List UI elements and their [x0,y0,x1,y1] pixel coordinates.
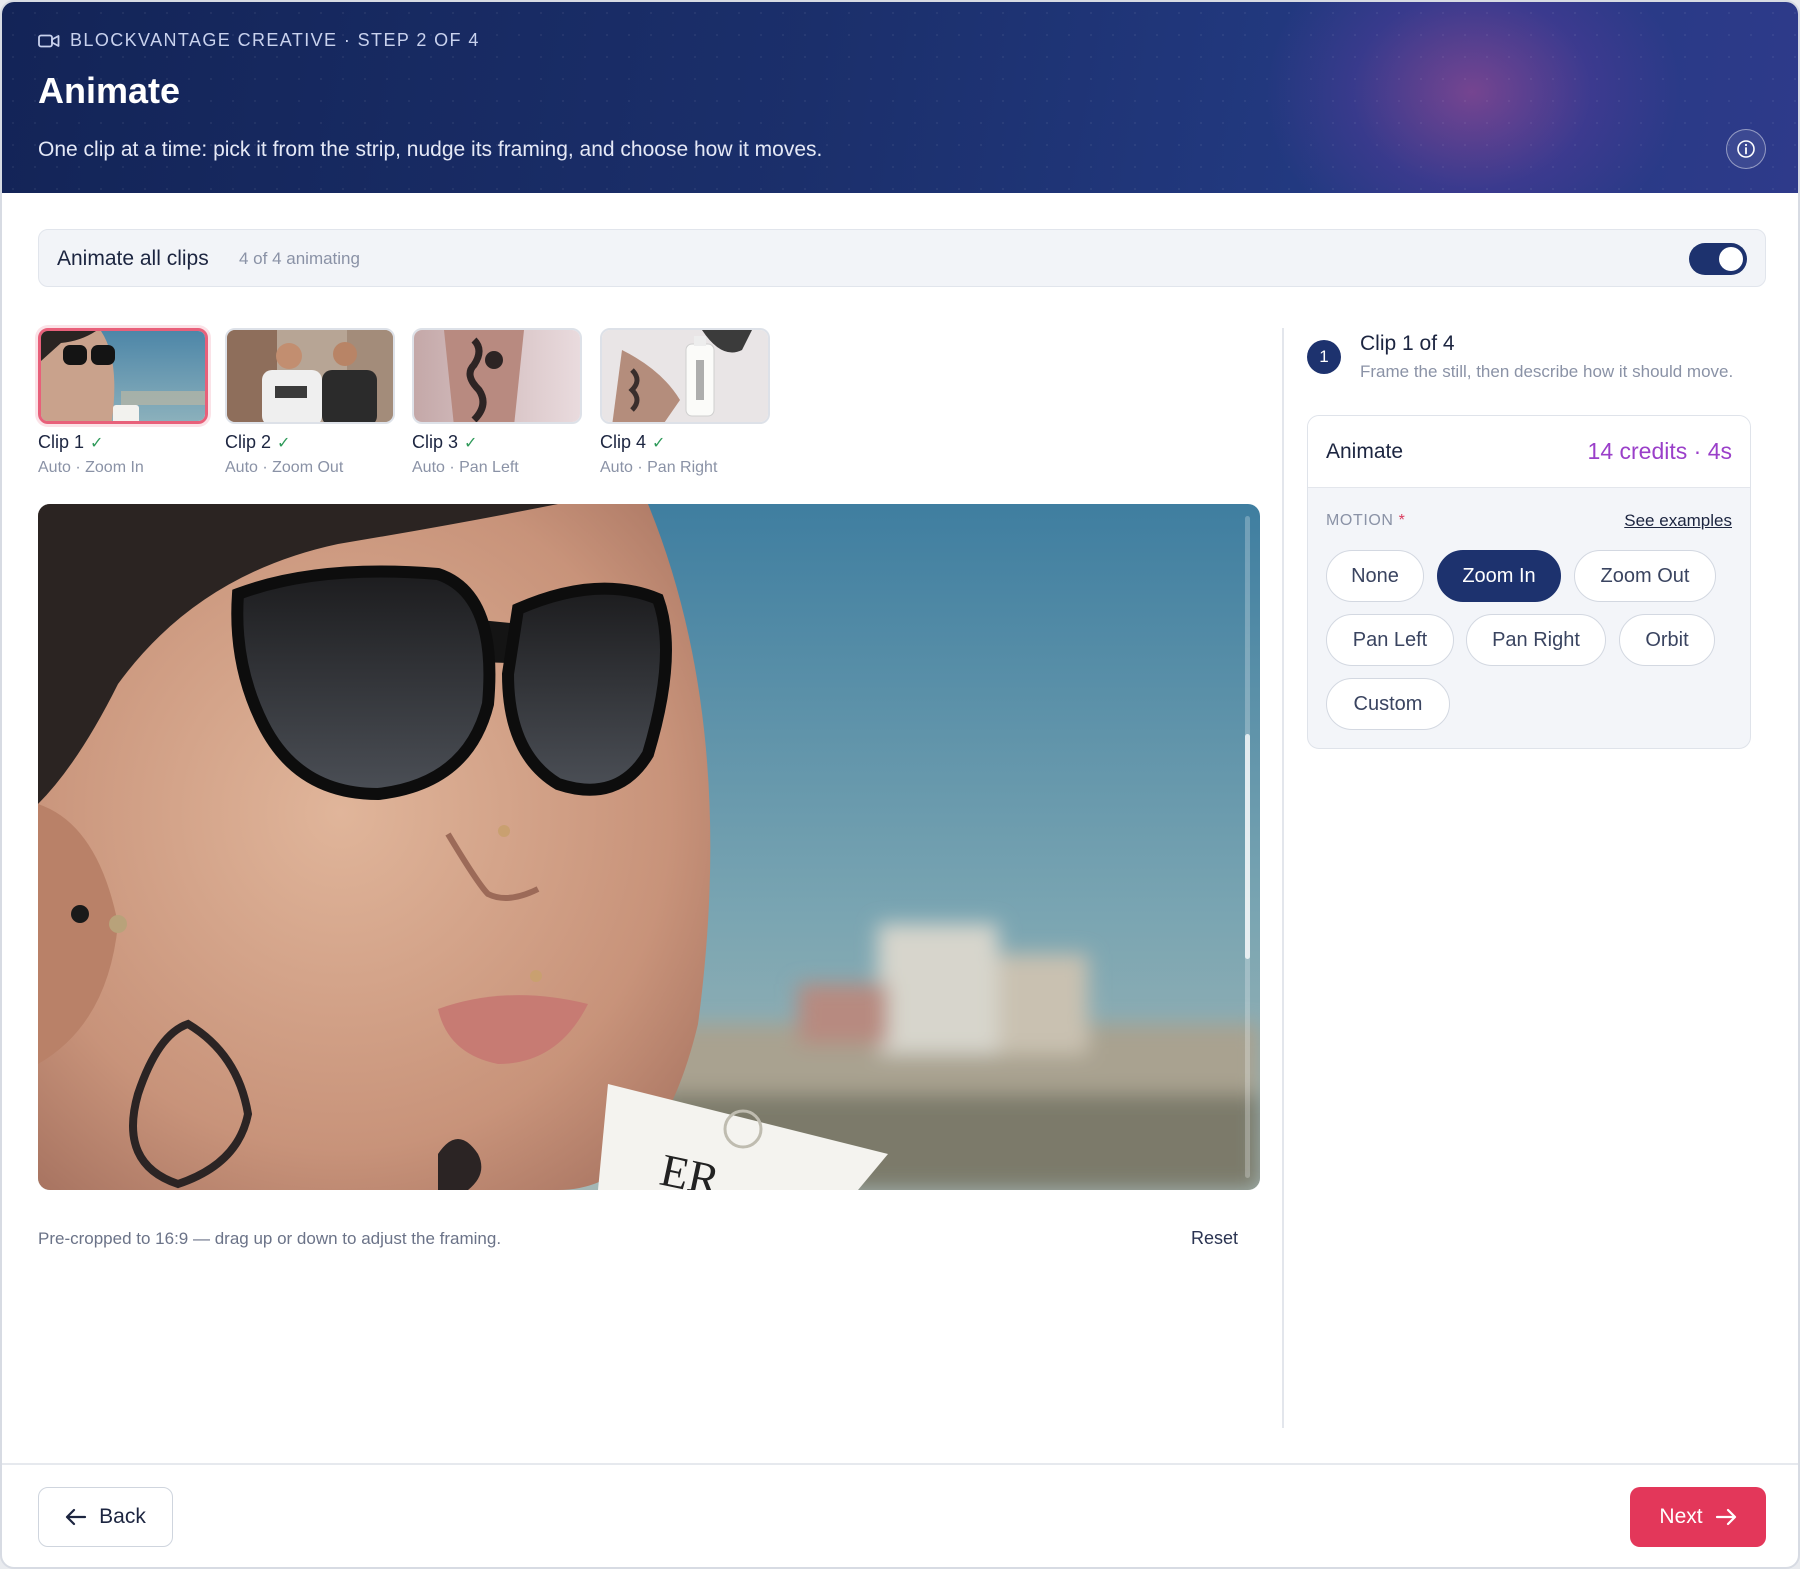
check-icon: ✓ [277,434,291,452]
clip-card-3[interactable]: Clip 3 ✓ Auto · Pan Left [412,328,582,477]
clip-label-1: Clip 1 [38,432,85,452]
clip-card-2[interactable]: Clip 2 ✓ Auto · Zoom Out [225,328,395,477]
clip-name-1: Clip 1 ✓ [38,432,208,453]
clip-name-2: Clip 2 ✓ [225,432,395,453]
motion-label: MOTION * [1326,512,1405,530]
info-button[interactable] [1726,129,1766,169]
motion-option-none[interactable]: None [1326,550,1424,602]
back-label: Back [99,1505,146,1528]
toggle-knob [1719,247,1743,271]
preview-image: ER [38,504,1260,1190]
clip-name-3: Clip 3 ✓ [412,432,582,453]
animate-all-bar: Animate all clips 4 of 4 animating [38,229,1766,287]
next-label: Next [1659,1505,1703,1528]
back-button[interactable]: Back [38,1487,173,1547]
page-title: Animate [38,70,181,111]
motion-option-pan-right[interactable]: Pan Right [1466,614,1606,666]
page-subtitle: One clip at a time: pick it from the str… [38,138,823,161]
clip-status-1: Auto · Zoom In [38,459,144,476]
reset-framing-button[interactable]: Reset [1191,1228,1238,1249]
arrow-right-icon [1715,1508,1736,1526]
clip-status-2: Auto · Zoom Out [225,459,344,476]
required-mark: * [1398,512,1406,529]
clip-2-image [227,330,393,422]
clip-status-3: Auto · Pan Left [412,459,519,476]
clip-thumbnail-3[interactable] [412,328,582,424]
footer-divider [2,1463,1798,1465]
clip-step-number: 1 [1307,340,1341,374]
clip-status-4: Auto · Pan Right [600,459,718,476]
clip-panel-title: Clip 1 of 4 [1360,332,1455,355]
clip-3-image [414,330,580,422]
clip-card-4[interactable]: Clip 4 ✓ Auto · Pan Right [600,328,770,477]
clip-thumbnail-1[interactable] [38,328,208,424]
panel-divider [1282,328,1284,1428]
step-eyebrow: BLOCKVANTAGE CREATIVE · STEP 2 OF 4 [38,30,480,51]
header-banner: BLOCKVANTAGE CREATIVE · STEP 2 OF 4 Anim… [2,2,1798,193]
motion-option-orbit[interactable]: Orbit [1619,614,1715,666]
animate-all-label: Animate all clips [57,247,209,270]
motion-option-zoom-in[interactable]: Zoom In [1437,550,1561,602]
credits-cost: 14 credits · 4s [1587,438,1732,464]
framing-scroll-handle[interactable] [1245,734,1250,959]
clip-panel-description: Frame the still, then describe how it sh… [1360,362,1734,381]
next-button[interactable]: Next [1630,1487,1766,1547]
animate-card-header: Animate 14 credits · 4s [1308,416,1750,488]
motion-option-pan-left[interactable]: Pan Left [1326,614,1454,666]
clip-label-3: Clip 3 [412,432,459,452]
animate-card-title: Animate [1326,440,1404,463]
see-examples-link[interactable]: See examples [1624,511,1732,531]
clip-label-2: Clip 2 [225,432,272,452]
motion-option-zoom-out[interactable]: Zoom Out [1574,550,1716,602]
check-icon: ✓ [464,434,478,452]
video-camera-icon [38,34,60,47]
info-icon [1737,140,1755,158]
clip-thumbnail-4[interactable] [600,328,770,424]
arrow-left-icon [66,1508,87,1526]
check-icon: ✓ [652,434,666,452]
clip-label-4: Clip 4 [600,432,647,452]
clip-4-image [602,330,768,422]
animate-settings-card: Animate 14 credits · 4s MOTION * See exa… [1307,415,1751,749]
eyebrow-text: BLOCKVANTAGE CREATIVE · STEP 2 OF 4 [70,30,480,50]
clip-thumbnail-2[interactable] [225,328,395,424]
motion-label-text: MOTION [1326,512,1394,529]
clip-1-image [41,331,205,421]
clip-card-1[interactable]: Clip 1 ✓ Auto · Zoom In [38,328,208,477]
motion-option-custom[interactable]: Custom [1326,678,1450,730]
animate-step-window: BLOCKVANTAGE CREATIVE · STEP 2 OF 4 Anim… [0,0,1800,1569]
animate-all-toggle[interactable] [1689,243,1747,275]
framing-hint: Pre-cropped to 16:9 — drag up or down to… [38,1229,502,1248]
clip-preview-frame[interactable]: ER [38,504,1260,1190]
clip-name-4: Clip 4 ✓ [600,432,770,453]
animate-all-count: 4 of 4 animating [239,249,360,268]
check-icon: ✓ [90,434,104,452]
